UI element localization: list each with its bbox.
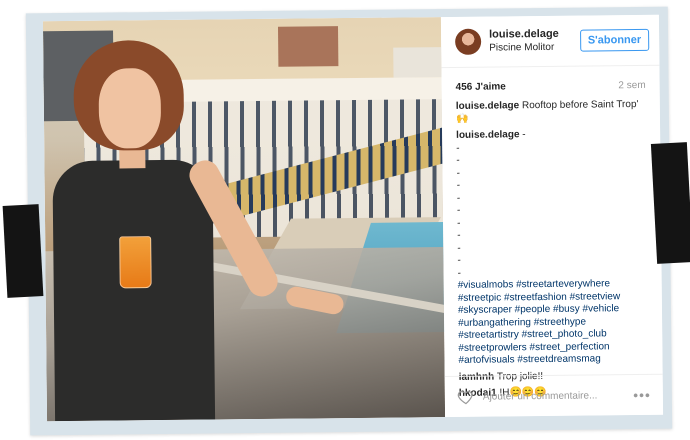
background-building [393, 47, 442, 78]
comment-line: - [457, 267, 461, 279]
hashtag-list[interactable]: #visualmobs #streetarteverywhere #street… [458, 278, 621, 366]
post-author: louise.delage Piscine Molitor [489, 27, 580, 56]
heart-icon[interactable] [457, 388, 475, 406]
follow-button[interactable]: S'abonner [579, 28, 650, 52]
tape-strip [650, 142, 690, 264]
person-face [98, 68, 162, 149]
more-options-icon[interactable]: ••• [633, 387, 651, 403]
tape-strip [2, 204, 44, 298]
caption-username[interactable]: louise.delage [456, 100, 519, 112]
username-link[interactable]: louise.delage [489, 27, 580, 42]
comment-text: - [519, 129, 526, 141]
caption: louise.delage Rooftop before Saint Trop'… [456, 99, 646, 126]
comment-username[interactable]: louise.delage [456, 129, 519, 141]
background-building [277, 26, 339, 67]
comment-bar: Ajouter un commentaire... ••• [444, 373, 664, 418]
comment: louise.delage - - - - - - - - - - - - #v… [456, 128, 648, 367]
post-time[interactable]: 2 sem [618, 80, 645, 91]
add-comment-input[interactable]: Ajouter un commentaire... [483, 390, 633, 402]
orange-drink-glass [119, 236, 152, 289]
instagram-post: louise.delage Piscine Molitor S'abonner … [42, 14, 664, 422]
comments-list: louise.delage Rooftop before Saint Trop'… [442, 91, 663, 401]
avatar[interactable] [455, 28, 482, 55]
location-link[interactable]: Piscine Molitor [489, 41, 580, 56]
likes-count[interactable]: 456 J'aime [456, 81, 506, 93]
person-dress [52, 159, 216, 422]
post-header: louise.delage Piscine Molitor S'abonner [440, 14, 660, 69]
post-photo[interactable] [42, 17, 446, 422]
post-sidebar: louise.delage Piscine Molitor S'abonner … [440, 14, 664, 418]
post-meta: 456 J'aime 2 sem [441, 66, 659, 93]
